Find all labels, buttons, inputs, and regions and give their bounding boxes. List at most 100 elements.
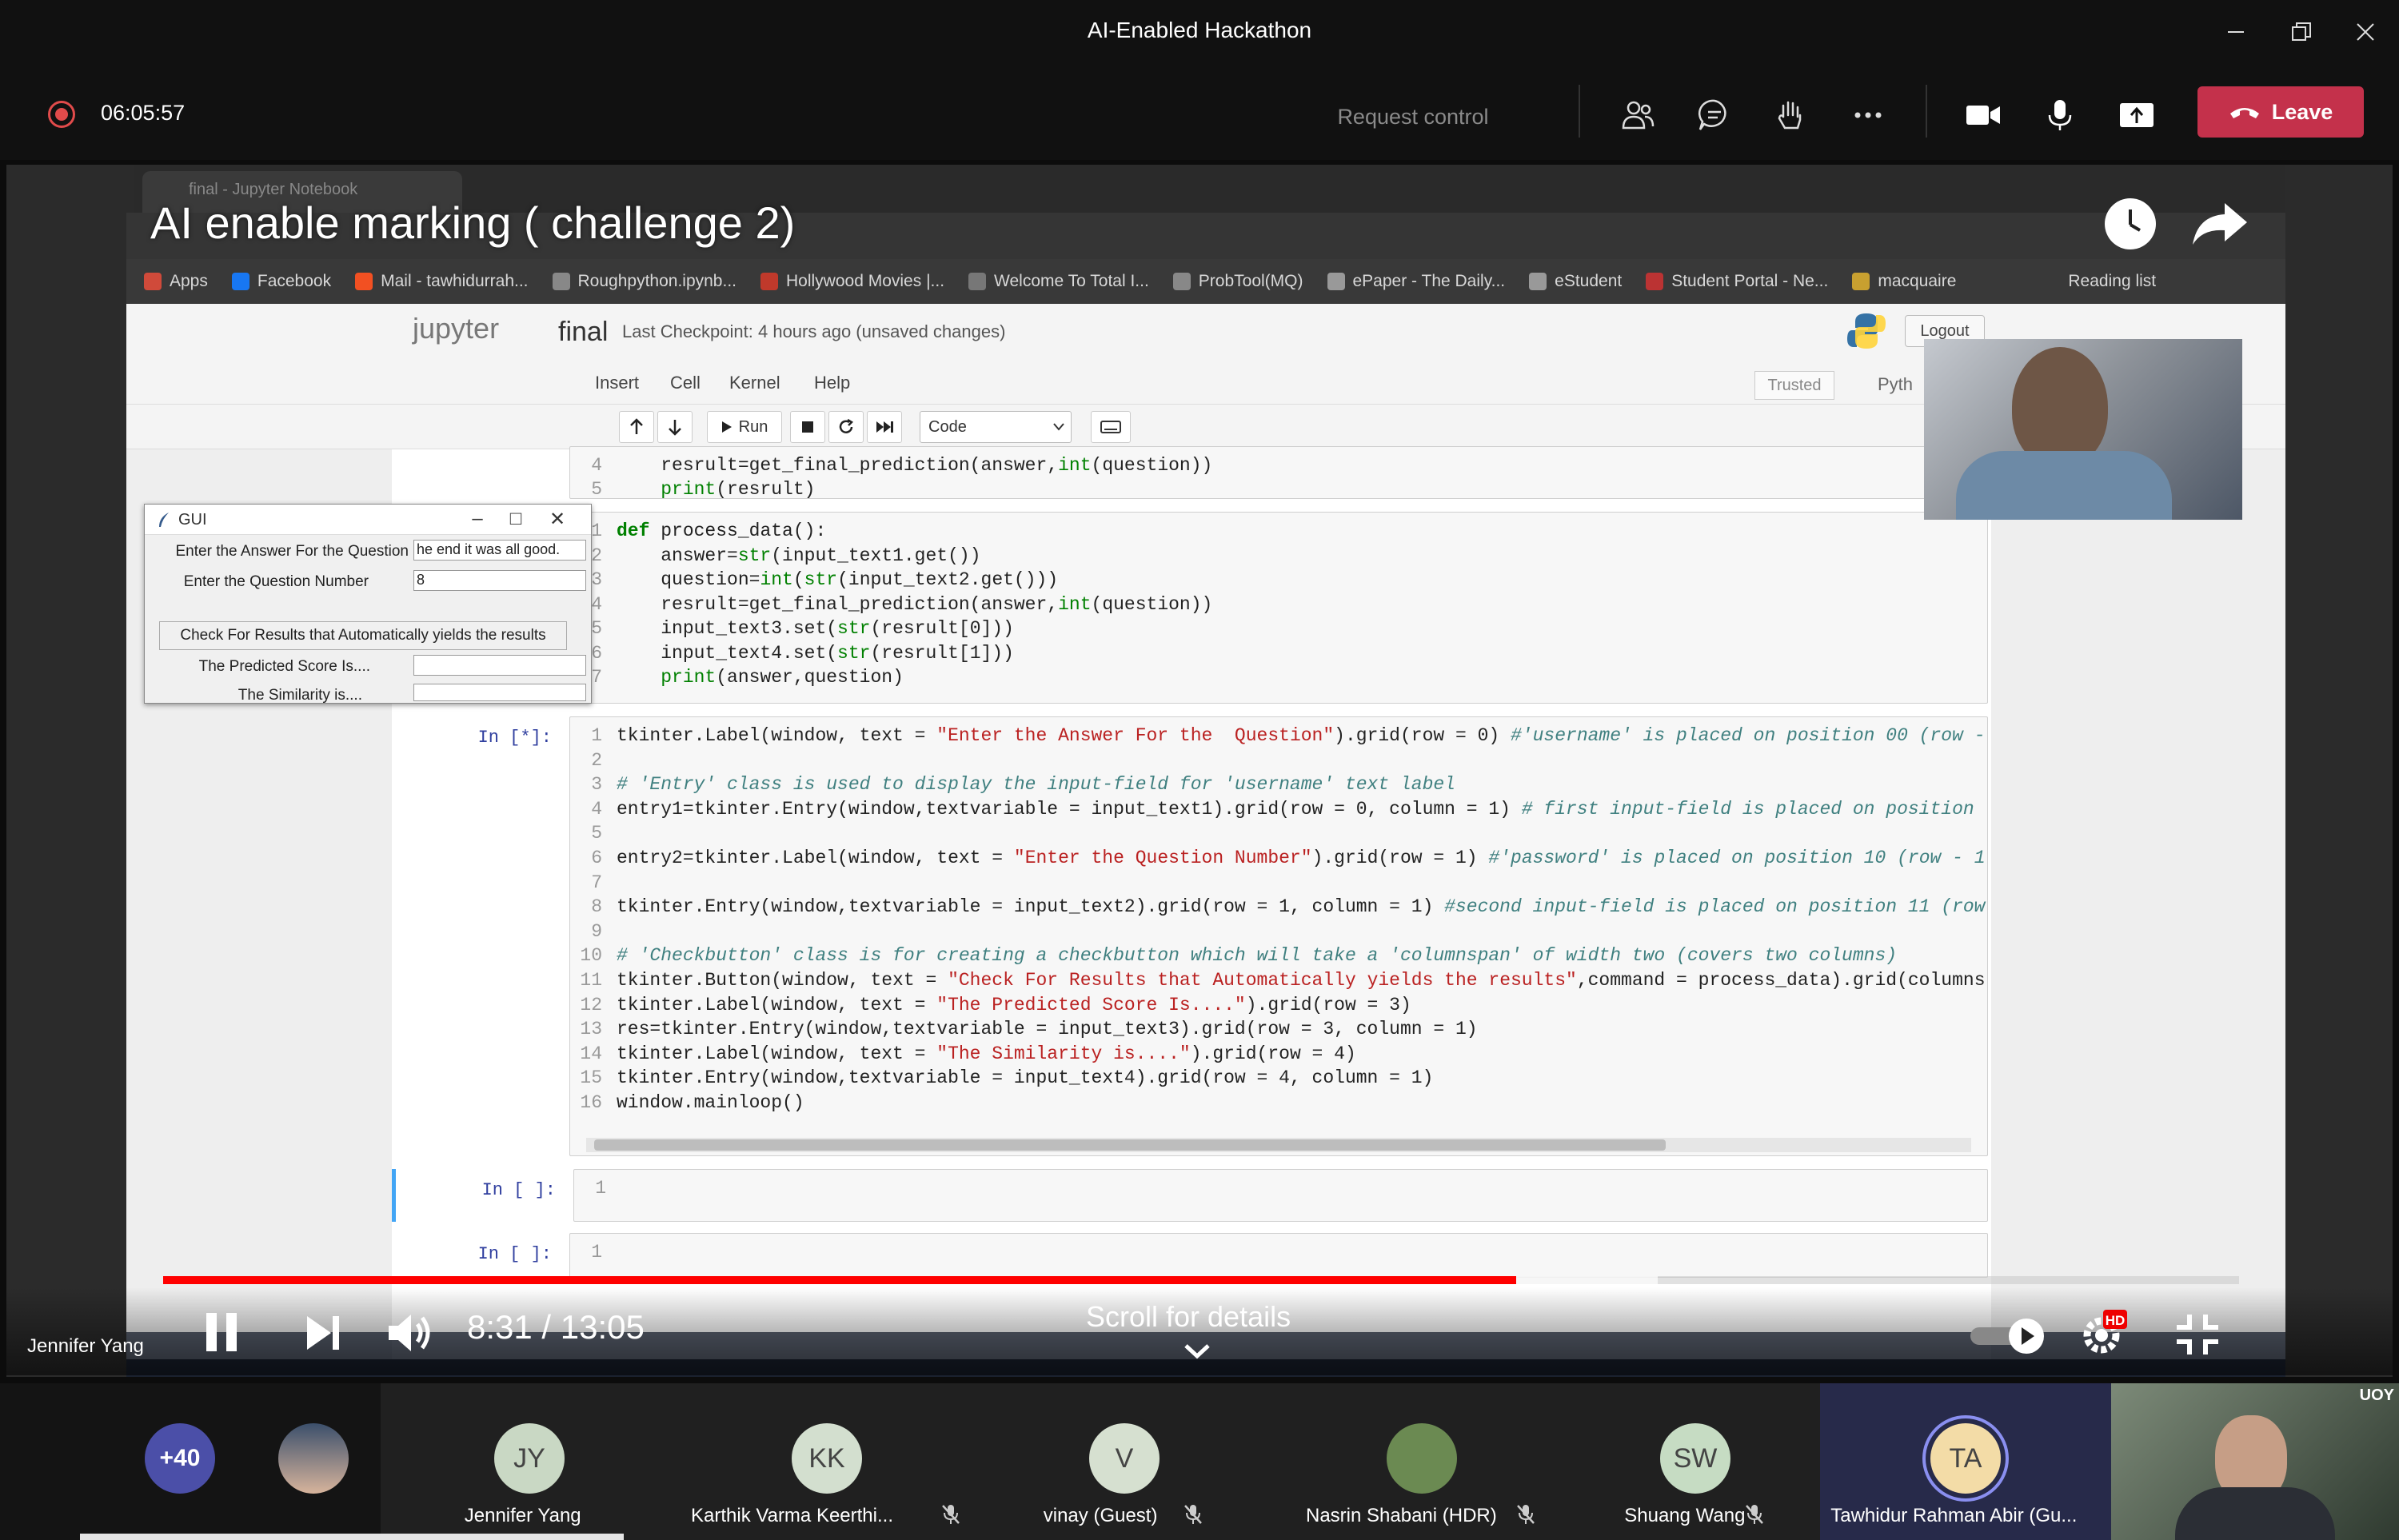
volume-icon [389,1315,430,1351]
bookmark-item[interactable]: Welcome To Total I... [968,272,1149,291]
title-bar: AI-Enabled Hackathon [0,0,2399,64]
request-control-button[interactable]: Request control [1297,99,1529,134]
next-button[interactable] [304,1313,344,1353]
cell-input[interactable]: 1 [569,1233,1988,1278]
menu-kernel[interactable]: Kernel [729,373,780,393]
check-results-button[interactable]: Check For Results that Automatically yie… [159,621,567,650]
participant-tile[interactable]: SW Shuang Wang [1571,1383,1820,1540]
participant-tile[interactable]: Vvinay (Guest) [976,1383,1273,1540]
restart-button[interactable] [828,411,864,443]
cell-input[interactable]: 1 def process_data(): 2 answer=str(input_t… [569,512,1988,704]
restart-run-all-button[interactable] [867,411,902,443]
kernel-indicator: Pyth [1878,374,1914,394]
minimize-button[interactable] [2212,13,2260,51]
cell-input[interactable]: 1 [573,1169,1988,1222]
share-screen-button[interactable] [2111,90,2162,141]
presenter-video [1924,339,2242,520]
code-line: 1 [591,1242,602,1263]
stop-icon [802,421,813,433]
code-line: 7 print(answer,question) [591,667,904,688]
code-cell[interactable]: In [ ]: 1 [392,1169,1991,1222]
participant-video-tile[interactable]: UOY [2111,1383,2399,1540]
bookmark-item[interactable]: eStudent [1529,272,1622,291]
menu-help[interactable]: Help [814,373,850,393]
video-title: AI enable marking ( challenge 2) [150,197,796,248]
code-line: 11 tkinter.Button(window, text = "Check F… [580,970,1986,991]
toolbar-divider [1579,85,1580,138]
restore-button[interactable] [2277,13,2325,51]
more-actions-button[interactable] [1842,90,1894,141]
tk-maximize-button[interactable]: □ [503,508,529,532]
participant-tile[interactable]: KK Karthik Varma Keerthi... [678,1383,976,1540]
notebook-name[interactable]: final [558,317,608,348]
reading-list[interactable]: Reading list [2068,272,2156,291]
code-cell[interactable]: In [95]:1def process_data():2 answer=str… [392,512,1991,704]
bookmark-item[interactable]: Apps [144,272,208,291]
participant-tile[interactable]: Nasrin Shabani (HDR) [1273,1383,1571,1540]
code-line: 3 question=int(str(input_text2.get())) [591,569,1059,590]
camera-button[interactable] [1958,90,2009,141]
scroll-details-chevron[interactable] [1184,1343,1211,1359]
move-down-button[interactable] [657,411,693,443]
code-cell[interactable]: 4 resrult=get_final_prediction(answer,in… [392,446,1991,499]
cell-prompt: In [ ]: [481,1180,556,1200]
bookmark-favicon-icon [968,273,987,290]
cell-input[interactable]: 4 resrult=get_final_prediction(answer,in… [569,446,1988,499]
bookmark-item[interactable]: macquaire [1852,272,1956,291]
bookmark-item[interactable]: Hollywood Movies |... [760,272,944,291]
scroll-for-details[interactable]: Scroll for details [1086,1300,1291,1334]
tk-close-button[interactable]: ✕ [545,508,570,532]
mic-off-icon [1184,1505,1203,1524]
bookmark-favicon-icon [1646,273,1664,290]
watch-later-icon[interactable] [2105,198,2156,249]
chat-button[interactable] [1689,90,1740,141]
cell-type-select[interactable]: Code [920,411,1072,443]
participants-button[interactable] [1612,90,1663,141]
scrollbar-thumb[interactable] [594,1139,1666,1151]
bookmark-item[interactable]: Mail - tawhidurrah... [355,272,529,291]
trusted-badge[interactable]: Trusted [1754,371,1834,400]
chevron-down-icon [1184,1344,1210,1359]
participant-tile[interactable]: JY Jennifer Yang [381,1383,678,1540]
participant-tile[interactable]: TA Tawhidur Rahman Abir (Gu... [1820,1383,2111,1540]
code-line: 2 answer=str(input_text1.get()) [591,545,981,566]
jupyter-logo: jupyter [413,312,500,345]
cell-input[interactable]: 1 tkinter.Label(window, text = "Enter the… [569,716,1988,1156]
volume-button[interactable] [385,1310,437,1356]
raise-hand-button[interactable] [1766,90,1817,141]
menu-cell[interactable]: Cell [670,373,701,393]
run-button[interactable]: Run [707,411,782,443]
autoplay-toggle[interactable] [1967,1316,2055,1356]
bookmark-item[interactable]: Roughpython.ipynb... [552,272,736,291]
code-cell[interactable]: In [ ]: 1 [392,1233,1991,1278]
answer-input[interactable]: he end it was all good. [413,540,586,561]
microphone-icon [2048,100,2072,130]
share-arrow-icon[interactable] [2189,200,2250,248]
predicted-score-output[interactable] [413,655,586,676]
bookmark-label: macquaire [1878,272,1957,290]
tk-minimize-button[interactable]: – [465,508,490,532]
bookmark-item[interactable]: ProbTool(MQ) [1172,272,1303,291]
command-palette-button[interactable] [1091,411,1131,443]
horizontal-scrollbar[interactable] [586,1138,1971,1152]
menu-insert[interactable]: Insert [595,373,639,393]
more-participants-button[interactable]: +40 [145,1423,215,1494]
code-cell[interactable]: In [*]: 1 tkinter.Label(window, text = "En… [392,716,1991,1156]
pause-button[interactable] [202,1310,243,1354]
bookmark-item[interactable]: Student Portal - Ne... [1646,272,1828,291]
similarity-output[interactable] [413,684,586,701]
cell-prompt: In [ ]: [477,1244,552,1264]
participant-avatar-photo[interactable] [278,1423,349,1494]
leave-button[interactable]: Leave [2197,86,2364,138]
close-window-button[interactable] [2341,13,2389,51]
move-up-button[interactable] [619,411,654,443]
progress-played [163,1276,1516,1284]
exit-fullscreen-button[interactable] [2175,1313,2220,1356]
bookmark-item[interactable]: ePaper - The Daily... [1327,272,1505,291]
question-number-input[interactable]: 8 [413,570,586,591]
participant-avatar: TA [1930,1423,2001,1494]
interrupt-button[interactable] [790,411,825,443]
settings-button[interactable]: HD [2078,1308,2129,1359]
bookmark-item[interactable]: Facebook [231,272,331,291]
microphone-button[interactable] [2034,90,2086,141]
